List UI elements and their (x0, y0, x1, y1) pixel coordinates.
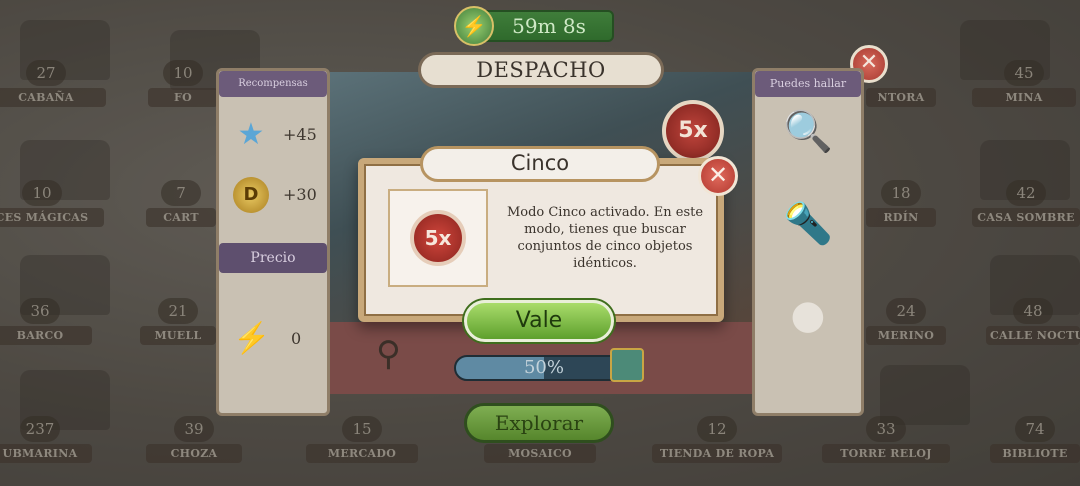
five-mode-badge: 5x (410, 210, 466, 266)
star-icon: ★ (237, 117, 265, 152)
yarn-ball-icon: ● (790, 292, 826, 338)
price-energy: ⚡ 0 (233, 321, 323, 361)
magnifier-icon: ⚲ (376, 334, 401, 374)
price-value: 0 (291, 329, 302, 348)
price-tab: Precio (219, 243, 327, 273)
dialog-message: Modo Cinco activado. En este modo, tiene… (506, 205, 704, 271)
explore-button[interactable]: Explorar (464, 403, 614, 443)
rewards-panel: Recompensas ★ +45 D +30 Precio ⚡ 0 (216, 68, 330, 416)
dialog-title: Cinco (420, 146, 660, 182)
progress-label: 50% (523, 357, 564, 378)
reward-stars: ★ +45 (233, 117, 323, 157)
rewards-tab: Recompensas (219, 71, 327, 97)
gift-icon (610, 348, 644, 382)
energy-icon: ⚡ (454, 6, 494, 46)
magnifier-key-icon: 🔍 (783, 109, 833, 155)
scene-title: DESPACHO (418, 52, 664, 88)
reward-value: +30 (283, 185, 317, 204)
coin-icon: D (233, 177, 269, 213)
reward-value: +45 (283, 125, 317, 144)
findable-tab: Puedes hallar (755, 71, 861, 97)
torch-icon: 🔦 (783, 201, 833, 247)
reward-coins: D +30 (233, 177, 323, 217)
close-dialog-button[interactable]: ✕ (698, 156, 738, 196)
ok-button[interactable]: Vale (464, 300, 614, 342)
energy-icon: ⚡ (233, 321, 271, 356)
multiplier-badge: 5x (662, 100, 724, 162)
